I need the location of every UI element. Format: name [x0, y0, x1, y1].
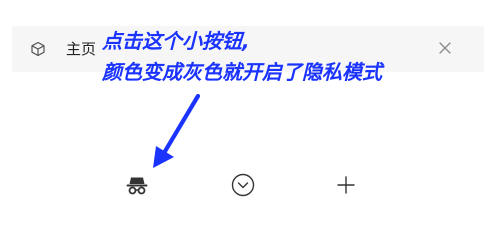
incognito-button[interactable] — [120, 168, 154, 202]
bottom-controls — [0, 160, 497, 210]
new-tab-button[interactable] — [329, 168, 363, 202]
close-icon[interactable] — [436, 39, 454, 57]
screen: 主页 点击这个小按钮, 颜色变成灰色就开启了隐私模式 — [0, 0, 497, 242]
tab-strip: 主页 — [12, 26, 484, 72]
tab-list-button[interactable] — [226, 168, 260, 202]
arrow-icon — [153, 94, 201, 168]
chevron-circle-icon — [231, 173, 255, 197]
tab-home[interactable]: 主页 — [12, 26, 484, 72]
plus-icon — [337, 176, 355, 194]
incognito-icon — [126, 177, 148, 195]
tab-title: 主页 — [66, 40, 97, 58]
cube-icon — [31, 41, 45, 57]
